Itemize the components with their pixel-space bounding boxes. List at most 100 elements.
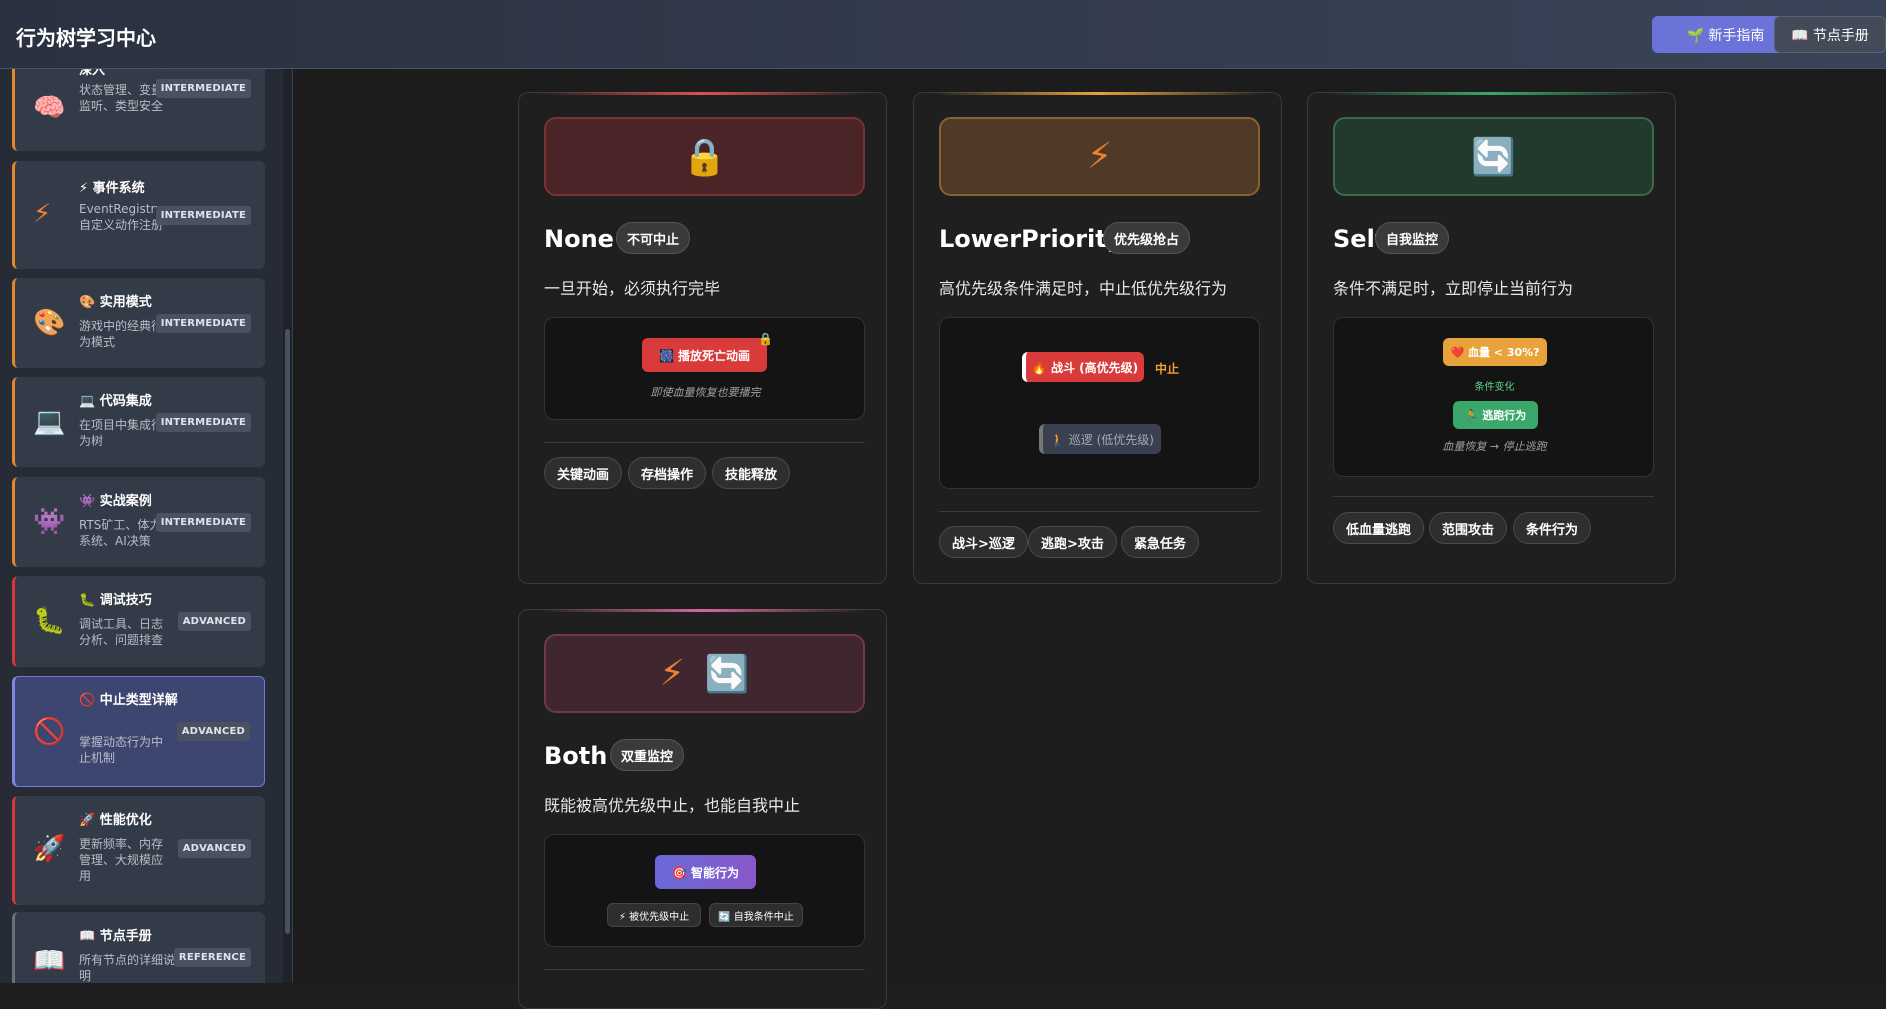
priority-abort-chip: ⚡ 被优先级中止	[607, 903, 701, 927]
card-accent-line	[934, 92, 1261, 95]
sidebar-item-title: 💻 代码集成	[79, 394, 152, 409]
use-case-tag: 范围攻击	[1429, 512, 1508, 544]
demo-box: 🔥 战斗 (高优先级) 中止 🚶 巡逻 (低优先级)	[939, 317, 1260, 489]
abort-card-self: 🔄 Self 自我监控 条件不满足时，立即停止当前行为 ❤️ 血量 < 30%?…	[1307, 92, 1676, 584]
sidebar-item-performance[interactable]: 🚀 🚀 性能优化 更新频率、内存管理、大规模应用 ADVANCED	[12, 796, 265, 905]
abort-card-lower-priority: ⚡ LowerPriority 优先级抢占 高优先级条件满足时，中止低优先级行为…	[913, 92, 1282, 584]
demo-note: 即使血量恢复也要播完	[650, 386, 761, 399]
sidebar-item-desc: 更新频率、内存管理、大规模应用	[79, 837, 164, 883]
sidebar-item-title: ⚡ 事件系统	[79, 181, 145, 196]
sidebar-item-title: 🚀 性能优化	[79, 813, 152, 828]
prohibited-icon: 🚫	[33, 717, 66, 747]
sidebar-item-patterns[interactable]: 🎨 🎨 实用模式 游戏中的经典行为模式 INTERMEDIATE	[12, 278, 265, 368]
level-badge: REFERENCE	[173, 948, 251, 967]
card-badge: 优先级抢占	[1103, 222, 1191, 254]
palette-icon: 🎨	[33, 308, 66, 338]
sidebar-item-desc: 掌握动态行为中止机制	[79, 735, 164, 765]
card-description: 条件不满足时，立即停止当前行为	[1333, 279, 1574, 298]
use-case-tag: 条件行为	[1513, 512, 1592, 544]
abort-label: 中止	[1155, 362, 1180, 376]
card-title: None	[544, 225, 614, 253]
card-badge: 不可中止	[616, 222, 691, 254]
demo-box: 🎆 播放死亡动画 🔒 即使血量恢复也要播完	[544, 317, 865, 420]
card-separator	[544, 442, 865, 443]
lightning-icon: ⚡	[33, 199, 52, 229]
app-header: 行为树学习中心 🌱 新手指南 📖 节点手册	[0, 0, 1886, 69]
lock-icon: 🔒	[682, 136, 727, 178]
card-banner: ⚡ 🔄	[544, 634, 865, 713]
card-accent-line	[1328, 92, 1655, 95]
level-badge: ADVANCED	[177, 839, 251, 858]
card-title: LowerPriority	[939, 225, 1123, 253]
card-banner: 🔒	[544, 117, 865, 196]
level-badge: ADVANCED	[176, 722, 250, 741]
sidebar-item-desc: 所有节点的详细说明	[79, 953, 176, 983]
sidebar-item-title: 🐛 调试技巧	[79, 593, 152, 608]
use-case-tag: 低血量逃跑	[1333, 512, 1425, 544]
sidebar-item-title: 👾 实战案例	[79, 494, 152, 509]
use-case-tag: 紧急任务	[1121, 526, 1200, 558]
demo-box: ❤️ 血量 < 30%? 条件变化 🏃 逃跑行为 血量恢复 → 停止逃跑	[1333, 317, 1654, 477]
level-badge: INTERMEDIATE	[155, 314, 251, 333]
node-manual-button[interactable]: 📖 节点手册	[1774, 16, 1886, 53]
demo-note: 血量恢复 → 停止逃跑	[1442, 440, 1547, 453]
condition-change-label: 条件变化	[1474, 382, 1515, 393]
card-separator	[544, 969, 865, 970]
use-case-tag: 逃跑>攻击	[1028, 526, 1117, 558]
laptop-icon: 💻	[33, 407, 66, 437]
use-case-tag: 技能释放	[712, 457, 791, 489]
card-banner: ⚡	[939, 117, 1260, 196]
card-accent-line	[539, 609, 866, 612]
flee-node: 🏃 逃跑行为	[1453, 401, 1538, 429]
sidebar-item-abort-types[interactable]: 🚫 🚫 中止类型详解 掌握动态行为中止机制 ADVANCED	[12, 676, 265, 787]
refresh-icon: 🔄	[704, 653, 750, 695]
use-case-tag: 存档操作	[628, 457, 707, 489]
level-badge: ADVANCED	[177, 612, 251, 631]
health-condition-node: ❤️ 血量 < 30%?	[1443, 338, 1547, 366]
death-animation-node: 🎆 播放死亡动画	[642, 338, 767, 372]
refresh-icon: 🔄	[1471, 136, 1516, 178]
card-separator	[939, 511, 1260, 512]
sidebar-item-integration[interactable]: 💻 💻 代码集成 在项目中集成行为树 INTERMEDIATE	[12, 377, 265, 467]
sidebar-item-title: 🚫 中止类型详解	[79, 693, 178, 708]
card-description: 一旦开始，必须执行完毕	[544, 279, 721, 298]
sidebar: 🧠 深入 状态管理、变量监听、类型安全 INTERMEDIATE ⚡ ⚡ 事件系…	[0, 69, 292, 983]
card-title: Both	[544, 742, 608, 770]
card-accent-line	[539, 92, 866, 95]
low-priority-node: 🚶 巡逻 (低优先级)	[1039, 424, 1161, 454]
card-description: 高优先级条件满足时，中止低优先级行为	[939, 279, 1228, 298]
level-badge: INTERMEDIATE	[155, 206, 251, 225]
sidebar-item-title: 🎨 实用模式	[79, 295, 152, 310]
brain-icon: 🧠	[33, 93, 66, 123]
smart-behavior-node: 🎯 智能行为	[655, 855, 756, 889]
lock-icon: 🔒	[758, 332, 773, 346]
self-abort-chip: 🔄 自我条件中止	[709, 903, 803, 927]
book-icon: 📖	[33, 946, 66, 976]
use-case-tag: 关键动画	[544, 457, 623, 489]
card-badge: 双重监控	[610, 739, 685, 771]
sidebar-item-desc: 调试工具、日志分析、问题排查	[79, 617, 164, 647]
sidebar-item-examples[interactable]: 👾 👾 实战案例 RTS矿工、体力系统、AI决策 INTERMEDIATE	[12, 477, 265, 567]
abort-card-none: 🔒 None 不可中止 一旦开始，必须执行完毕 🎆 播放死亡动画 🔒 即使血量恢…	[518, 92, 887, 584]
card-description: 既能被高优先级中止，也能自我中止	[544, 796, 801, 815]
scroll-thumb[interactable]	[285, 329, 290, 934]
level-badge: INTERMEDIATE	[155, 513, 251, 532]
lightning-icon: ⚡	[1086, 136, 1113, 177]
app-title: 行为树学习中心	[16, 26, 156, 50]
card-badge: 自我监控	[1375, 222, 1450, 254]
sidebar-item-events[interactable]: ⚡ ⚡ 事件系统 EventRegistry、自定义动作注册 INTERMEDI…	[12, 161, 265, 269]
rocket-icon: 🚀	[33, 834, 66, 864]
abort-card-both: ⚡ 🔄 Both 双重监控 既能被高优先级中止，也能自我中止 🎯 智能行为 ⚡ …	[518, 609, 887, 1009]
use-case-tag: 战斗>巡逻	[939, 526, 1028, 558]
sidebar-item-debugging[interactable]: 🐛 🐛 调试技巧 调试工具、日志分析、问题排查 ADVANCED	[12, 576, 265, 667]
sidebar-item-node-manual[interactable]: 📖 📖 节点手册 所有节点的详细说明 REFERENCE	[12, 912, 265, 983]
lightning-icon: ⚡	[659, 653, 685, 694]
sidebar-item-title: 📖 节点手册	[79, 929, 152, 944]
sidebar-scrollbar[interactable]	[283, 69, 292, 983]
card-banner: 🔄	[1333, 117, 1654, 196]
sidebar-item-advanced-blackboard[interactable]: 🧠 深入 状态管理、变量监听、类型安全 INTERMEDIATE	[12, 69, 265, 151]
level-badge: INTERMEDIATE	[155, 413, 251, 432]
bug-icon: 🐛	[33, 606, 66, 636]
alien-icon: 👾	[33, 507, 66, 537]
main-content: 🔒 None 不可中止 一旦开始，必须执行完毕 🎆 播放死亡动画 🔒 即使血量恢…	[293, 69, 1886, 1009]
